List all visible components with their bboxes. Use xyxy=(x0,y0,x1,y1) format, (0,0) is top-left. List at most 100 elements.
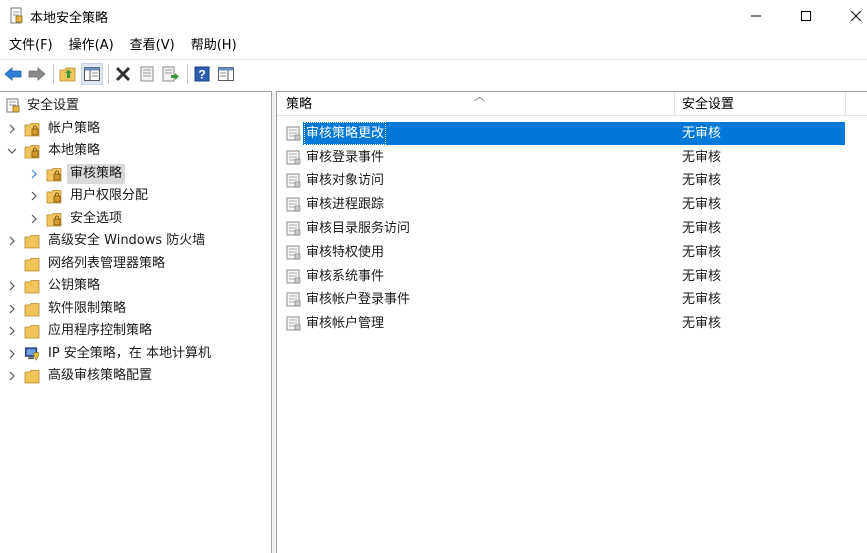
policy-setting-icon xyxy=(286,245,301,260)
window-title: 本地安全策略 xyxy=(30,11,109,26)
tree-item-network-list-manager[interactable]: 网络列表管理器策略 xyxy=(0,253,270,275)
column-divider[interactable] xyxy=(674,92,675,116)
list-item-audit-process-tracking[interactable]: 审核进程跟踪 无审核 xyxy=(277,193,867,216)
up-folder-icon xyxy=(59,67,76,82)
policy-setting-icon xyxy=(286,292,301,307)
folder-icon xyxy=(24,303,40,317)
tree-label: 审核策略 xyxy=(67,164,126,184)
tree-item-public-key-policies[interactable]: 公钥策略 xyxy=(0,275,270,297)
chevron-right-icon[interactable] xyxy=(7,349,17,359)
up-one-level-button[interactable] xyxy=(57,63,79,85)
tree-label: 安全选项 xyxy=(70,211,123,226)
export-list-icon xyxy=(162,66,179,82)
title-bar: 本地安全策略 xyxy=(0,0,867,31)
tree-label: 网络列表管理器策略 xyxy=(48,256,166,271)
chevron-right-icon[interactable] xyxy=(7,371,17,381)
toolbar-separator xyxy=(53,64,54,84)
policy-setting-icon xyxy=(286,173,301,188)
back-arrow-icon xyxy=(4,67,22,81)
policy-setting-icon xyxy=(286,221,301,236)
chevron-right-icon[interactable] xyxy=(29,214,39,224)
policy-setting-value: 无审核 xyxy=(682,292,722,307)
tree-item-user-rights-assignment[interactable]: 用户权限分配 xyxy=(0,185,270,207)
policy-setting-icon xyxy=(286,197,301,212)
close-icon xyxy=(850,10,862,21)
column-header-policy[interactable]: 策略 xyxy=(286,92,312,116)
menu-bar: 文件(F) 操作(A) 查看(V) 帮助(H) xyxy=(0,33,867,58)
chevron-right-icon[interactable] xyxy=(7,124,17,134)
chevron-right-icon[interactable] xyxy=(7,236,17,246)
policy-setting-value: 无审核 xyxy=(682,173,722,188)
tree-item-audit-policy[interactable]: 审核策略 xyxy=(0,163,270,185)
list-item-audit-privilege-use[interactable]: 审核特权使用 无审核 xyxy=(277,241,867,264)
tree-label: 高级审核策略配置 xyxy=(48,368,153,383)
policy-name: 审核帐户管理 xyxy=(306,316,385,331)
tree-item-account-policies[interactable]: 帐户策略 xyxy=(0,118,270,140)
column-divider[interactable] xyxy=(845,92,846,116)
delete-button[interactable] xyxy=(112,63,134,85)
policy-folder-icon xyxy=(46,213,62,227)
policy-setting-value: 无审核 xyxy=(682,245,722,260)
chevron-down-icon[interactable] xyxy=(7,146,17,156)
console-tree[interactable]: 安全设置 帐户策略 本地策略 审核策略 用户权限分配 安全选项 高级安全 Win… xyxy=(0,91,272,553)
policy-name: 审核进程跟踪 xyxy=(306,197,385,212)
list-item-audit-directory-service-access[interactable]: 审核目录服务访问 无审核 xyxy=(277,217,867,240)
show-action-pane-icon xyxy=(218,67,234,81)
tree-item-ip-security[interactable]: IP 安全策略，在 本地计算机 xyxy=(0,343,270,365)
minimize-button[interactable] xyxy=(733,0,779,31)
menu-view[interactable]: 查看(V) xyxy=(125,35,180,57)
folder-icon xyxy=(24,258,40,272)
tree-label: 高级安全 Windows 防火墙 xyxy=(48,233,206,248)
tree-item-software-restriction[interactable]: 软件限制策略 xyxy=(0,298,270,320)
chevron-right-icon[interactable] xyxy=(7,304,17,314)
policy-setting-value: 无审核 xyxy=(682,150,722,165)
security-settings-icon xyxy=(6,98,20,113)
menu-action[interactable]: 操作(A) xyxy=(64,35,119,57)
maximize-button[interactable] xyxy=(783,0,829,31)
chevron-right-icon[interactable] xyxy=(29,191,39,201)
chevron-right-icon[interactable] xyxy=(29,169,39,179)
list-item-audit-account-logon-events[interactable]: 审核帐户登录事件 无审核 xyxy=(277,288,867,311)
tree-item-security-settings[interactable]: 安全设置 xyxy=(0,95,270,117)
policy-name: 审核目录服务访问 xyxy=(306,221,411,236)
menu-help[interactable]: 帮助(H) xyxy=(186,35,242,57)
list-item-audit-logon-events[interactable]: 审核登录事件 无审核 xyxy=(277,146,867,169)
policy-folder-icon xyxy=(46,168,62,182)
tree-item-windows-firewall[interactable]: 高级安全 Windows 防火墙 xyxy=(0,230,270,252)
help-button[interactable]: ? xyxy=(191,63,213,85)
show-hide-console-tree-button[interactable] xyxy=(81,63,103,85)
policy-folder-icon xyxy=(46,190,62,204)
export-list-button[interactable] xyxy=(160,63,182,85)
column-header-security-setting[interactable]: 安全设置 xyxy=(682,92,734,116)
menu-file[interactable]: 文件(F) xyxy=(4,35,58,57)
policy-name: 审核系统事件 xyxy=(306,269,385,284)
policy-list-view[interactable]: ︿ 策略 安全设置 审核策略更改 无审核 审核登录事件 无审核 审核对象访问 无… xyxy=(276,90,867,553)
forward-button[interactable] xyxy=(26,63,48,85)
tree-item-local-policies[interactable]: 本地策略 xyxy=(0,140,270,162)
list-item-audit-account-management[interactable]: 审核帐户管理 无审核 xyxy=(277,312,867,335)
tree-label: 帐户策略 xyxy=(48,121,101,136)
chevron-right-icon[interactable] xyxy=(7,281,17,291)
policy-name: 审核帐户登录事件 xyxy=(306,292,411,307)
svg-text:?: ? xyxy=(198,68,205,82)
tree-label: 本地策略 xyxy=(48,143,101,158)
tree-label: 软件限制策略 xyxy=(48,301,127,316)
list-header: ︿ 策略 安全设置 xyxy=(277,90,867,116)
local-security-policy-icon xyxy=(10,7,23,24)
tree-label: 安全设置 xyxy=(27,98,80,113)
tree-item-application-control[interactable]: 应用程序控制策略 xyxy=(0,320,270,342)
list-item-audit-object-access[interactable]: 审核对象访问 无审核 xyxy=(277,169,867,192)
show-hide-action-pane-button[interactable] xyxy=(215,63,237,85)
folder-icon xyxy=(24,280,40,294)
folder-icon xyxy=(24,325,40,339)
tree-item-security-options[interactable]: 安全选项 xyxy=(0,208,270,230)
close-button[interactable] xyxy=(833,0,867,31)
tree-item-advanced-audit[interactable]: 高级审核策略配置 xyxy=(0,365,270,387)
back-button[interactable] xyxy=(2,63,24,85)
sort-ascending-icon: ︿ xyxy=(474,90,485,103)
properties-button[interactable] xyxy=(136,63,158,85)
list-item-audit-system-events[interactable]: 审核系统事件 无审核 xyxy=(277,265,867,288)
list-item-audit-policy-change[interactable]: 审核策略更改 无审核 xyxy=(277,122,867,145)
policy-setting-value: 无审核 xyxy=(682,316,722,331)
chevron-right-icon[interactable] xyxy=(7,326,17,336)
